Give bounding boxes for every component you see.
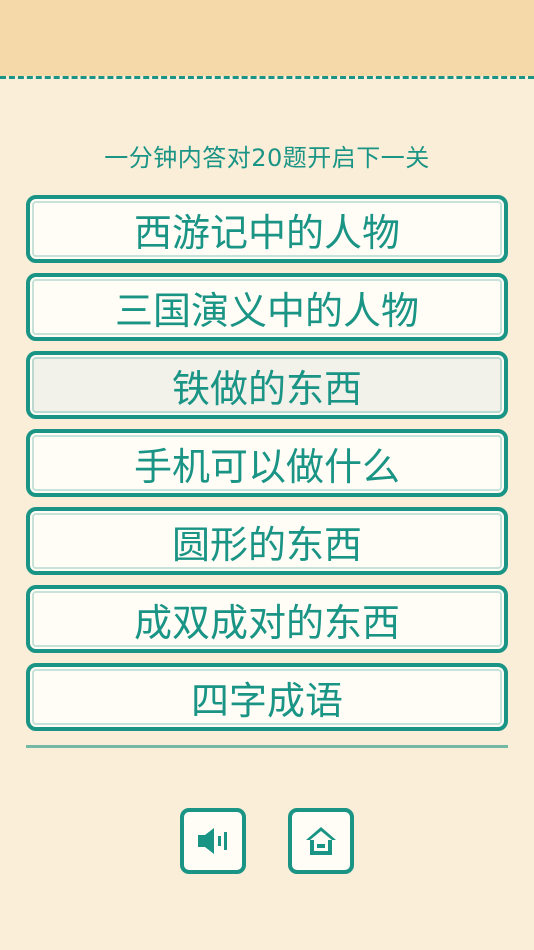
category-label: 三国演义中的人物 — [114, 288, 419, 333]
category-label: 手机可以做什么 — [133, 444, 400, 489]
category-list[interactable]: 西游记中的人物 三国演义中的人物 铁做的东西 手机可以做什么 圆形的东西 成双成… — [26, 195, 508, 748]
top-banner — [0, 0, 534, 76]
category-label: 成双成对的东西 — [133, 600, 400, 645]
speaker-icon — [194, 822, 232, 860]
category-label: 西游记中的人物 — [133, 210, 400, 255]
category-item[interactable]: 铁做的东西 — [26, 351, 508, 419]
sound-button[interactable] — [180, 808, 246, 874]
dashed-divider — [0, 76, 534, 79]
category-item[interactable]: 成双成对的东西 — [26, 585, 508, 653]
home-button[interactable] — [288, 808, 354, 874]
category-item[interactable]: 手机可以做什么 — [26, 429, 508, 497]
level-hint: 一分钟内答对20题开启下一关 — [104, 144, 430, 172]
category-item[interactable]: 圆形的东西 — [26, 507, 508, 575]
list-overflow-edge — [26, 745, 508, 748]
category-item[interactable]: 四字成语 — [26, 663, 508, 731]
category-label: 铁做的东西 — [171, 366, 362, 411]
category-label: 圆形的东西 — [171, 522, 362, 567]
category-item[interactable]: 三国演义中的人物 — [26, 273, 508, 341]
category-item[interactable]: 西游记中的人物 — [26, 195, 508, 263]
category-label: 四字成语 — [190, 678, 343, 723]
home-icon — [302, 822, 340, 860]
